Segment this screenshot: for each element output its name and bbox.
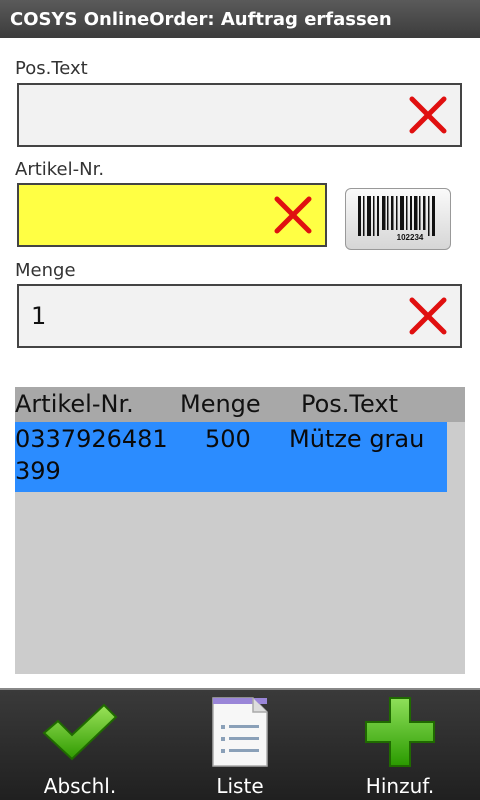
bottom-action-bar: Abschl. Liste Hinzuf.	[0, 688, 480, 800]
barcode-icon: 102234	[358, 196, 435, 242]
order-list[interactable]: Artikel-Nr. Menge Pos.Text 0337926481 39…	[15, 387, 465, 674]
finish-label: Abschl.	[43, 774, 117, 798]
svg-text:102234: 102234	[397, 233, 424, 242]
header-artikel-nr: Artikel-Nr.	[15, 390, 134, 418]
add-label: Hinzuf.	[365, 774, 435, 798]
pos-text-label: Pos.Text	[15, 58, 88, 79]
checkmark-icon	[42, 703, 118, 761]
row-menge: 500	[205, 425, 251, 453]
header-menge: Menge	[180, 390, 261, 418]
add-button[interactable]: Hinzuf.	[320, 690, 480, 800]
finish-button[interactable]: Abschl.	[0, 690, 160, 800]
clear-menge-icon[interactable]	[408, 296, 448, 336]
row-artikel-nr-line2: 399	[15, 457, 61, 485]
menge-field[interactable]: 1	[17, 284, 462, 348]
list-item[interactable]: 0337926481 399 500 Mütze grau	[15, 422, 447, 492]
clear-artikel-nr-icon[interactable]	[273, 195, 313, 235]
plus-icon	[365, 697, 435, 767]
clear-pos-text-icon[interactable]	[408, 95, 448, 135]
row-artikel-nr-line1: 0337926481	[15, 425, 168, 453]
artikel-nr-label: Artikel-Nr.	[15, 159, 105, 180]
menge-value: 1	[31, 302, 47, 330]
document-list-icon	[212, 697, 268, 767]
artikel-nr-field[interactable]	[17, 183, 327, 247]
header-pos-text: Pos.Text	[301, 390, 398, 418]
list-button[interactable]: Liste	[160, 690, 320, 800]
pos-text-field[interactable]	[17, 83, 462, 147]
barcode-scan-button[interactable]: 102234	[345, 188, 451, 250]
app-title: COSYS OnlineOrder: Auftrag erfassen	[10, 8, 392, 30]
row-pos-text: Mütze grau	[289, 425, 425, 453]
menge-label: Menge	[15, 260, 76, 281]
list-header: Artikel-Nr. Menge Pos.Text	[15, 387, 465, 422]
app-title-bar: COSYS OnlineOrder: Auftrag erfassen	[0, 0, 480, 38]
list-label: Liste	[216, 774, 264, 798]
